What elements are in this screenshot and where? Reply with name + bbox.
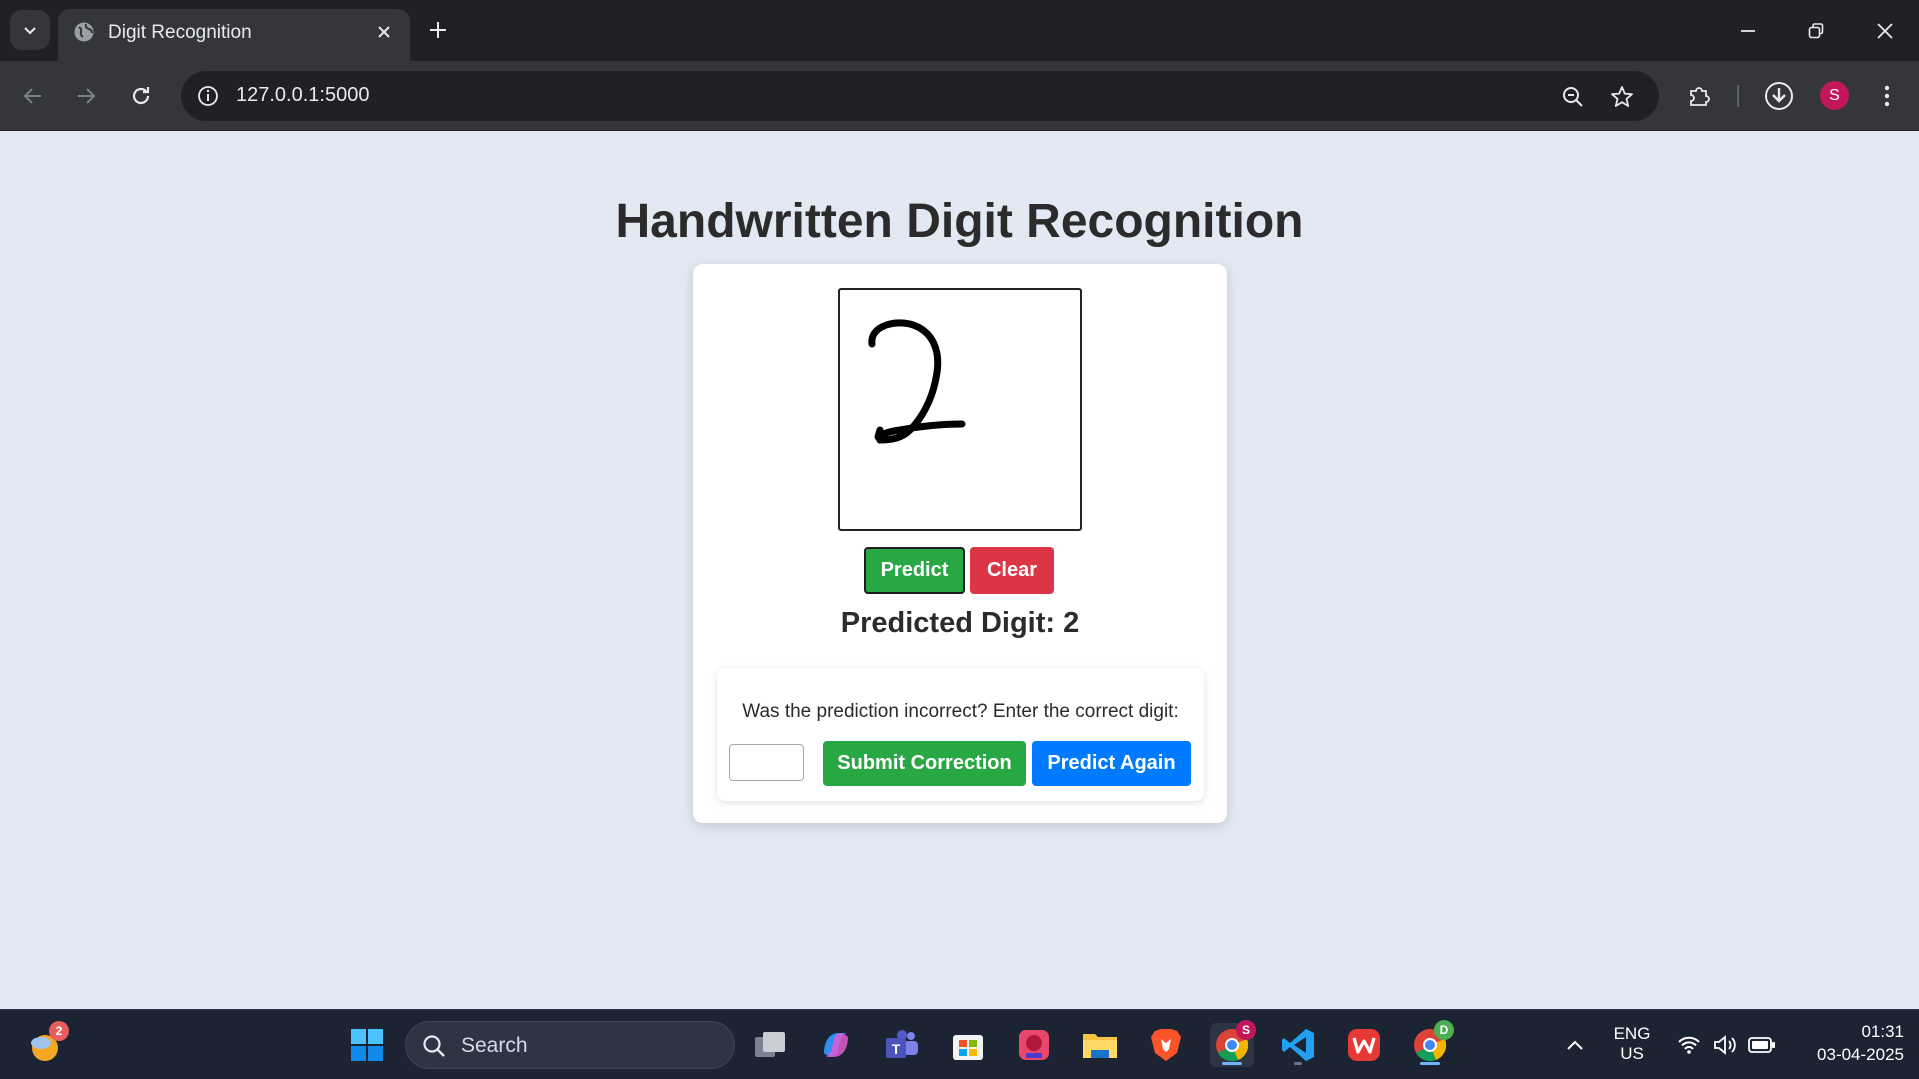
url-text[interactable]: 127.0.0.1:5000 bbox=[236, 84, 369, 107]
active-indicator bbox=[1222, 1062, 1242, 1065]
minimize-button[interactable] bbox=[1731, 14, 1765, 48]
wifi-icon[interactable] bbox=[1677, 1035, 1701, 1055]
close-icon bbox=[1877, 23, 1893, 39]
extensions-button[interactable] bbox=[1680, 77, 1718, 115]
start-button[interactable] bbox=[345, 1023, 389, 1067]
battery-icon[interactable] bbox=[1748, 1036, 1776, 1054]
taskbar-search[interactable]: Search bbox=[405, 1021, 735, 1069]
lite-app[interactable] bbox=[1012, 1023, 1056, 1067]
predict-button[interactable]: Predict bbox=[864, 547, 965, 594]
puzzle-icon bbox=[1690, 87, 1710, 106]
chevron-up-icon bbox=[1567, 1040, 1583, 1050]
running-indicator bbox=[1294, 1062, 1302, 1065]
correction-panel: Was the prediction incorrect? Enter the … bbox=[717, 668, 1204, 801]
vscode-icon bbox=[1282, 1029, 1314, 1061]
search-icon bbox=[423, 1035, 445, 1057]
chrome-profile-badge: S bbox=[1236, 1020, 1256, 1040]
forward-button[interactable] bbox=[67, 77, 105, 115]
reload-button[interactable] bbox=[122, 77, 160, 115]
language-indicator[interactable]: ENG US bbox=[1604, 1024, 1660, 1064]
weather-badge: 2 bbox=[49, 1021, 69, 1041]
page-title: Handwritten Digit Recognition bbox=[615, 195, 1304, 248]
weather-widget[interactable]: 2 bbox=[24, 1021, 69, 1067]
close-window-button[interactable] bbox=[1868, 14, 1902, 48]
correction-prompt: Was the prediction incorrect? Enter the … bbox=[742, 701, 1179, 722]
drawing-canvas[interactable] bbox=[838, 288, 1082, 531]
clock[interactable]: 01:31 03-04-2025 bbox=[1788, 1022, 1904, 1065]
volume-icon[interactable] bbox=[1712, 1034, 1738, 1056]
submit-correction-button[interactable]: Submit Correction bbox=[823, 741, 1026, 786]
search-placeholder: Search bbox=[461, 1034, 528, 1057]
profile-avatar[interactable]: S bbox=[1820, 81, 1849, 110]
bookmark-star-icon[interactable] bbox=[1609, 84, 1635, 110]
lite-app-icon bbox=[1019, 1030, 1049, 1060]
folder-icon bbox=[1083, 1034, 1117, 1058]
globe-icon bbox=[74, 22, 94, 42]
reload-icon bbox=[132, 87, 150, 105]
restore-button[interactable] bbox=[1799, 14, 1833, 48]
copilot-app[interactable] bbox=[814, 1023, 858, 1067]
page-viewport: Handwritten Digit Recognition Predict Cl… bbox=[0, 131, 1919, 1009]
new-tab-icon[interactable] bbox=[425, 17, 451, 43]
tab-search-button[interactable] bbox=[10, 10, 50, 50]
toolbar-divider bbox=[1737, 85, 1739, 107]
more-vertical-icon bbox=[1884, 85, 1890, 107]
restore-icon bbox=[1808, 23, 1824, 39]
tab-title: Digit Recognition bbox=[108, 22, 252, 43]
wps-app[interactable] bbox=[1342, 1023, 1386, 1067]
browser-tab[interactable]: Digit Recognition bbox=[58, 9, 410, 61]
address-bar[interactable]: 127.0.0.1:5000 bbox=[181, 71, 1659, 121]
correct-digit-input[interactable] bbox=[729, 744, 804, 781]
download-icon bbox=[1765, 82, 1793, 110]
task-view-icon bbox=[755, 1032, 785, 1057]
teams-app[interactable]: T bbox=[880, 1023, 924, 1067]
minimize-icon bbox=[1741, 30, 1755, 32]
arrow-right-icon bbox=[78, 88, 96, 104]
browser-tabbar: Digit Recognition bbox=[0, 0, 1919, 61]
show-hidden-icons-button[interactable] bbox=[1553, 1023, 1597, 1067]
language-code: ENG bbox=[1613, 1024, 1651, 1043]
task-view-button[interactable] bbox=[748, 1023, 792, 1067]
close-tab-icon[interactable] bbox=[374, 22, 394, 42]
clear-button[interactable]: Clear bbox=[970, 547, 1054, 594]
store-app[interactable] bbox=[946, 1023, 990, 1067]
wps-icon bbox=[1348, 1029, 1380, 1061]
windows-taskbar: 2 Search T S D ENG US 01:31 03-04-2025 bbox=[0, 1009, 1919, 1079]
copilot-icon bbox=[824, 1033, 848, 1057]
chrome-app-second[interactable]: D bbox=[1408, 1020, 1454, 1067]
browser-toolbar: 127.0.0.1:5000 S bbox=[0, 61, 1919, 131]
prediction-result: Predicted Digit: 2 bbox=[840, 607, 1080, 639]
windows-logo-icon bbox=[351, 1029, 383, 1061]
handwritten-digit-2 bbox=[868, 319, 966, 444]
store-icon bbox=[953, 1035, 983, 1060]
clock-time: 01:31 bbox=[1861, 1022, 1904, 1041]
chevron-down-icon bbox=[24, 27, 36, 35]
region-code: US bbox=[1620, 1044, 1644, 1063]
site-info-icon[interactable] bbox=[195, 83, 221, 109]
chrome-app-active[interactable]: S bbox=[1210, 1020, 1256, 1067]
browser-menu-button[interactable] bbox=[1868, 77, 1906, 115]
downloads-button[interactable] bbox=[1760, 77, 1798, 115]
brave-app[interactable] bbox=[1144, 1023, 1188, 1067]
recognition-card: Predict Clear Predicted Digit: 2 Was the… bbox=[693, 264, 1227, 823]
running-indicator bbox=[1420, 1062, 1440, 1065]
arrow-left-icon bbox=[23, 88, 41, 104]
teams-icon: T bbox=[886, 1030, 918, 1058]
back-button[interactable] bbox=[14, 77, 52, 115]
vscode-app[interactable] bbox=[1276, 1023, 1320, 1067]
svg-text:T: T bbox=[892, 1041, 901, 1057]
clock-date: 03-04-2025 bbox=[1817, 1045, 1904, 1064]
zoom-icon[interactable] bbox=[1560, 84, 1586, 110]
predict-again-button[interactable]: Predict Again bbox=[1032, 741, 1191, 786]
file-explorer-app[interactable] bbox=[1078, 1023, 1122, 1067]
chrome2-profile-badge: D bbox=[1434, 1020, 1454, 1040]
brave-lion-icon bbox=[1151, 1029, 1181, 1061]
